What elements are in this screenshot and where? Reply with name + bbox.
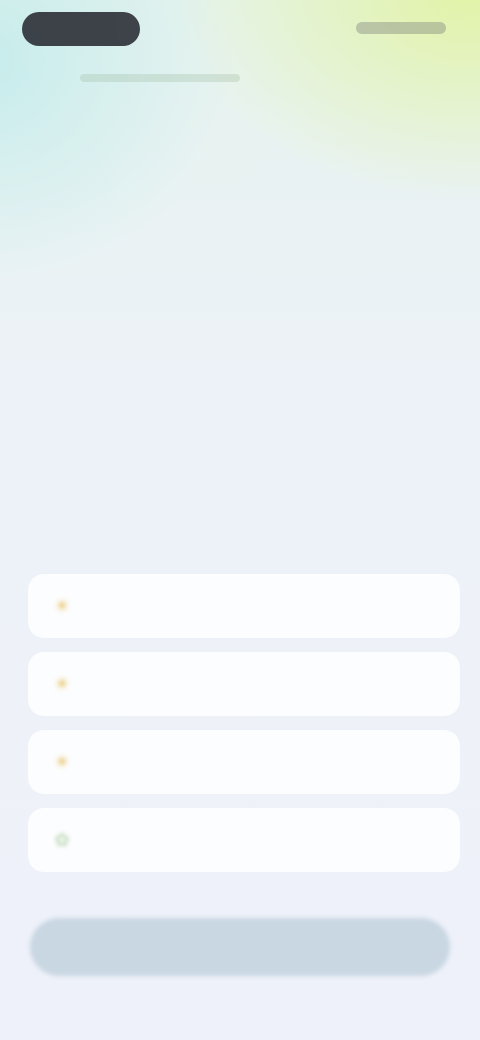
option-item-4[interactable]: ✿	[28, 808, 460, 872]
top-hint	[80, 74, 240, 82]
option-item-1[interactable]: ☀	[28, 574, 460, 638]
sun-icon: ☀	[53, 751, 71, 772]
option-list: ☀ ☀ ☀ ✿	[28, 574, 460, 872]
leaf-icon: ✿	[54, 829, 70, 850]
status-pill	[22, 12, 140, 46]
sun-icon: ☀	[53, 595, 71, 616]
status-indicators	[356, 22, 446, 34]
option-item-3[interactable]: ☀	[28, 730, 460, 794]
option-item-2[interactable]: ☀	[28, 652, 460, 716]
continue-button[interactable]	[30, 918, 450, 976]
sun-icon: ☀	[53, 673, 71, 694]
